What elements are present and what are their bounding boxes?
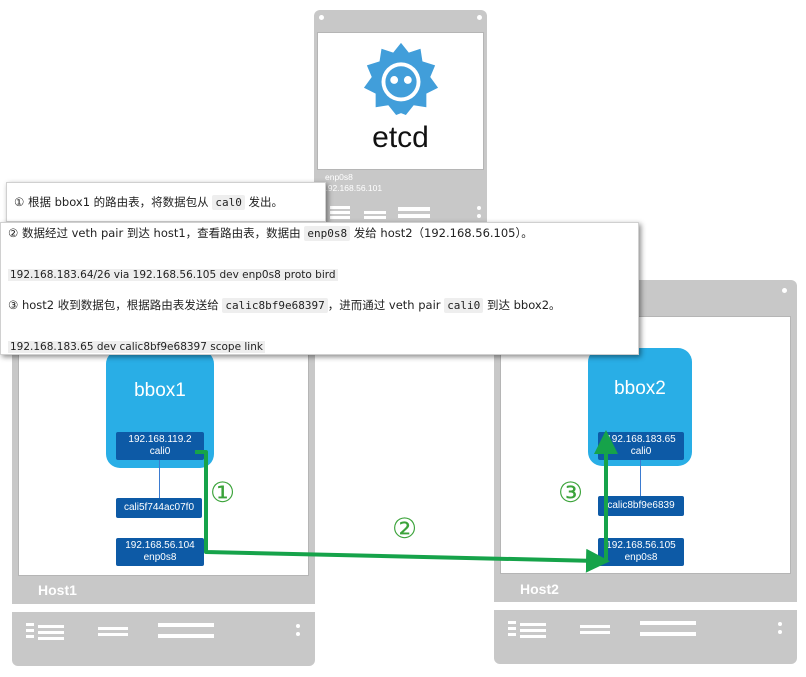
step1-number: ① — [210, 476, 236, 509]
step3-text: ③ host2 收到数据包，根据路由表发送给 calic8bf9e68397 ，进… — [8, 298, 561, 313]
flow-arrow-step3 — [594, 430, 618, 563]
step1-text: ① 根据 bbox1 的路由表，将数据包从 cal0 发出。 — [14, 195, 283, 210]
step1-callout: ① 根据 bbox1 的路由表，将数据包从 cal0 发出。 — [6, 182, 326, 222]
step2-code: enp0s8 — [304, 226, 351, 241]
step3-route: 192.168.183.65 dev calic8bf9e68397 scope… — [8, 341, 265, 353]
step2-3-callout: ② 数据经过 veth pair 到达 host1，查看路由表，数据由 enp0… — [0, 222, 639, 355]
step1-code: cal0 — [212, 195, 245, 210]
step3-number: ③ — [558, 476, 584, 509]
step2-number: ② — [392, 512, 418, 545]
step3-code2: cali0 — [444, 298, 484, 313]
step3-code: calic8bf9e68397 — [222, 298, 328, 313]
step2-route: 192.168.183.64/26 via 192.168.56.105 dev… — [8, 269, 338, 281]
step2-text: ② 数据经过 veth pair 到达 host1，查看路由表，数据由 enp0… — [8, 226, 533, 241]
